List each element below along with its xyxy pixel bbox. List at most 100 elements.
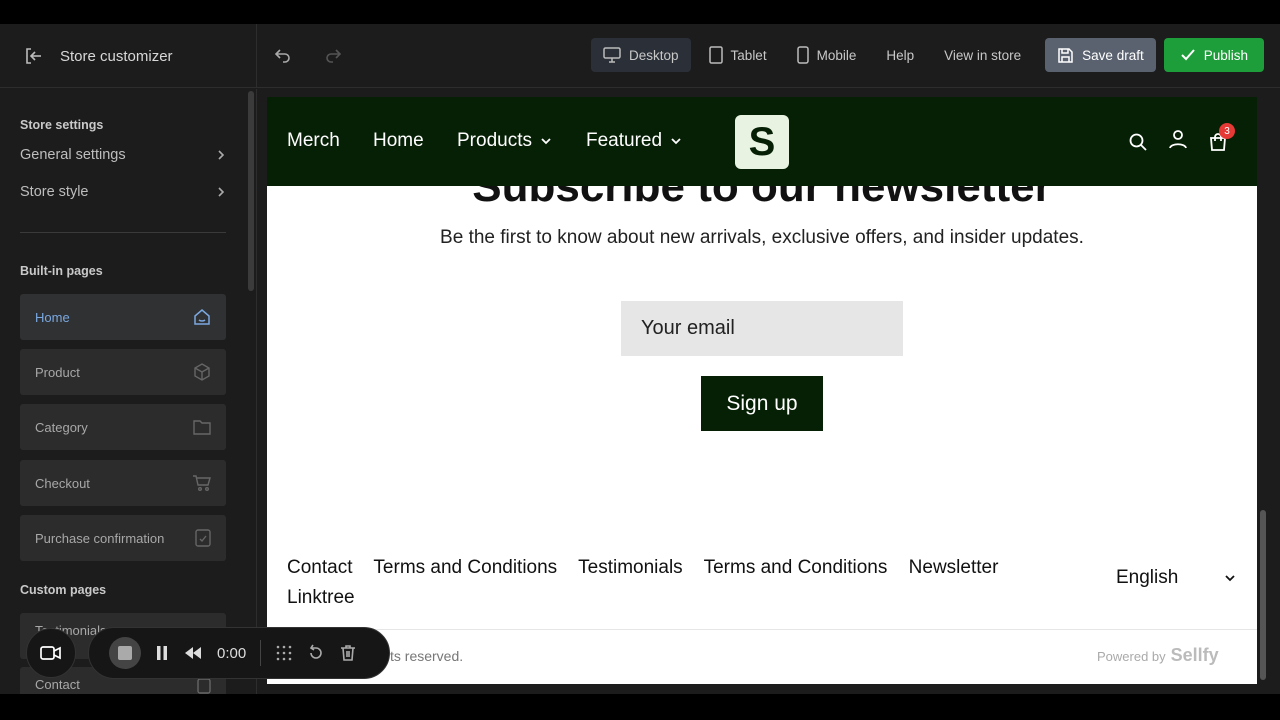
recorder-controls: 0:00: [88, 627, 390, 679]
restart-icon[interactable]: [307, 644, 325, 662]
nav-link-label: Products: [457, 130, 532, 151]
footer-link-terms[interactable]: Terms and Conditions: [373, 557, 557, 578]
preview-scrollbar[interactable]: [1260, 510, 1266, 680]
page-card-label: Purchase confirmation: [35, 530, 165, 546]
chevron-right-icon: [218, 187, 225, 197]
page-card-label: Category: [35, 419, 88, 435]
nav-link-home[interactable]: Home: [373, 130, 424, 152]
footer-link-newsletter[interactable]: Newsletter: [909, 557, 999, 578]
top-bar: Store customizer Desktop Tablet Mobile H…: [0, 24, 1280, 88]
page-card-label: Checkout: [35, 475, 90, 491]
customizer-title: Store customizer: [60, 47, 173, 65]
page-card-label: Product: [35, 364, 80, 380]
recording-time: 0:00: [217, 644, 247, 662]
view-tablet-button[interactable]: Tablet: [697, 38, 779, 72]
language-value: English: [1116, 567, 1179, 588]
language-select[interactable]: English: [1116, 567, 1236, 589]
footer-link-terms-2[interactable]: Terms and Conditions: [704, 557, 888, 578]
trash-icon[interactable]: [339, 644, 357, 662]
user-icon[interactable]: [1167, 128, 1189, 150]
nav-link-merch[interactable]: Merch: [287, 130, 340, 152]
desktop-icon: [603, 47, 621, 63]
sidebar: Store settings General settings Store st…: [0, 89, 257, 694]
store-settings-heading: Store settings: [20, 118, 104, 132]
tablet-icon: [708, 46, 723, 64]
toolbar-actions: Desktop Tablet Mobile Help View in store…: [591, 38, 1264, 72]
cart-icon: [193, 475, 211, 491]
page-card-category[interactable]: Category: [20, 404, 226, 450]
footer-links: Contact Terms and Conditions Testimonial…: [287, 553, 1067, 613]
page-card-label: Home: [35, 309, 70, 325]
page-icon: [197, 678, 211, 694]
save-icon: [1058, 47, 1073, 63]
mobile-icon: [796, 46, 809, 64]
box-icon: [194, 363, 210, 381]
custom-pages-heading: Custom pages: [20, 583, 107, 597]
store-style-item[interactable]: Store style: [20, 184, 226, 200]
page-card-product[interactable]: Product: [20, 349, 226, 395]
sidebar-scrollbar[interactable]: [248, 91, 254, 291]
stop-icon: [118, 646, 132, 660]
exit-icon[interactable]: [20, 43, 46, 69]
view-desktop-label: Desktop: [629, 47, 679, 63]
footer-link-contact[interactable]: Contact: [287, 557, 352, 578]
save-draft-button[interactable]: Save draft: [1045, 38, 1156, 72]
video-camera-icon: [40, 646, 61, 660]
email-input[interactable]: [621, 301, 903, 356]
chevron-down-icon: [671, 138, 681, 145]
nav-link-label: Featured: [586, 130, 663, 151]
chevron-down-icon: [1225, 575, 1235, 582]
store-style-label: Store style: [20, 184, 89, 200]
history-controls: [270, 42, 346, 68]
view-tablet-label: Tablet: [730, 47, 767, 63]
general-settings-item[interactable]: General settings: [20, 147, 226, 163]
sign-up-button[interactable]: Sign up: [701, 376, 823, 431]
store-navbar: Merch Home Products Featured S 3: [267, 97, 1257, 186]
recorder-divider: [260, 640, 262, 666]
publish-button[interactable]: Publish: [1163, 38, 1264, 72]
page-card-purchase-confirmation[interactable]: Purchase confirmation: [20, 515, 226, 561]
grid-dots-icon[interactable]: [275, 644, 293, 662]
view-desktop-button[interactable]: Desktop: [591, 38, 691, 72]
redo-icon[interactable]: [320, 42, 346, 68]
home-icon: [194, 309, 210, 325]
footer-divider: [267, 629, 1257, 630]
publish-label: Publish: [1203, 47, 1248, 63]
check-icon: [1181, 49, 1195, 61]
general-settings-label: General settings: [20, 147, 126, 163]
customizer-header: Store customizer: [0, 24, 257, 88]
footer-link-linktree[interactable]: Linktree: [287, 587, 355, 608]
camera-toggle-button[interactable]: [26, 628, 76, 678]
store-preview: Subscribe to our newsletter Merch Home P…: [267, 97, 1257, 684]
help-button[interactable]: Help: [874, 38, 926, 72]
view-mobile-button[interactable]: Mobile: [785, 38, 869, 72]
builtin-pages-heading: Built-in pages: [20, 264, 103, 278]
page-card-home[interactable]: Home: [20, 294, 226, 340]
copyright-text: ts reserved.: [390, 648, 464, 664]
view-mobile-label: Mobile: [816, 47, 857, 63]
page-card-label: Contact: [35, 677, 80, 692]
undo-icon[interactable]: [270, 42, 296, 68]
store-customizer-app: Store customizer Desktop Tablet Mobile H…: [0, 24, 1280, 694]
view-in-store-button[interactable]: View in store: [932, 38, 1033, 72]
search-icon[interactable]: [1127, 131, 1149, 153]
store-logo[interactable]: S: [735, 115, 789, 169]
rewind-icon[interactable]: [183, 645, 203, 661]
folder-icon: [193, 420, 211, 435]
powered-by-label: Powered by: [1097, 649, 1166, 664]
sellfy-logo: Sellfy: [1170, 645, 1219, 665]
cart-count-badge: 3: [1219, 123, 1235, 139]
chevron-down-icon: [541, 138, 551, 145]
chevron-right-icon: [218, 150, 225, 160]
pause-icon[interactable]: [155, 645, 169, 661]
powered-by[interactable]: Powered by Sellfy: [1097, 645, 1219, 666]
save-draft-label: Save draft: [1082, 47, 1144, 63]
nav-link-featured[interactable]: Featured: [586, 130, 682, 152]
nav-link-products[interactable]: Products: [457, 130, 552, 152]
footer-link-testimonials[interactable]: Testimonials: [578, 557, 683, 578]
sidebar-divider: [20, 232, 226, 233]
newsletter-subtitle: Be the first to know about new arrivals,…: [440, 227, 1084, 248]
page-card-checkout[interactable]: Checkout: [20, 460, 226, 506]
stop-button[interactable]: [109, 637, 141, 669]
receipt-icon: [195, 529, 211, 547]
